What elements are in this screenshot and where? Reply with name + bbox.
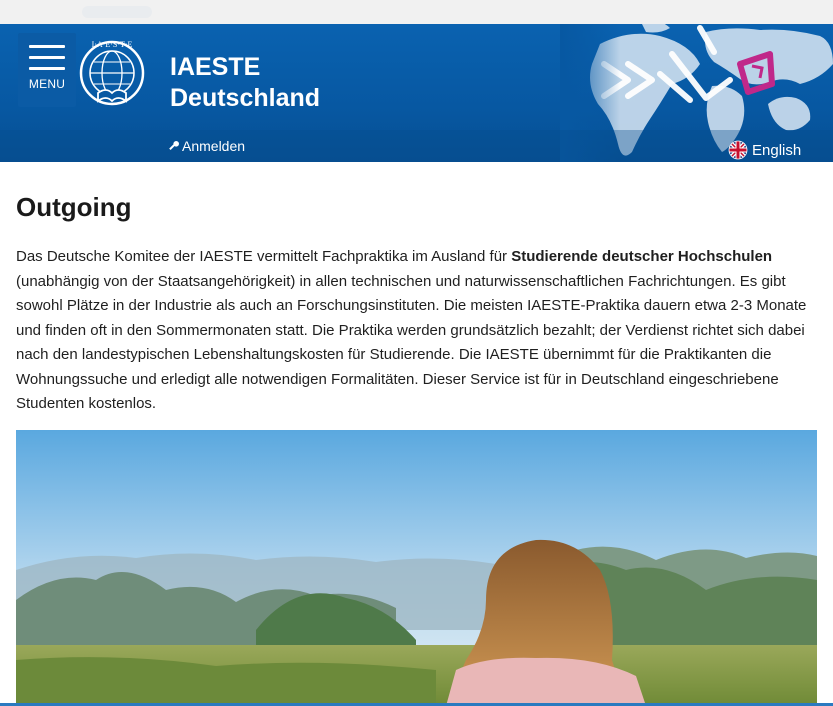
main-content: Outgoing Das Deutsche Komitee der IAESTE… xyxy=(16,162,817,417)
intro-text-part1: Das Deutsche Komitee der IAESTE vermitte… xyxy=(16,248,512,265)
hero-image xyxy=(16,430,817,706)
logo-ring-text: I·A·E·S·T·E xyxy=(92,40,133,49)
iaeste-logo[interactable]: I·A·E·S·T·E xyxy=(76,35,148,111)
site-name-line2: Deutschland xyxy=(170,84,321,112)
page-title: Outgoing xyxy=(16,192,132,222)
hamburger-icon xyxy=(29,45,65,48)
intro-text-part2: (unabhängig von der Staatsangehörigkeit)… xyxy=(16,272,807,413)
hamburger-icon-line xyxy=(29,67,65,70)
site-name[interactable]: IAESTE Deutschland xyxy=(170,52,320,114)
menu-label: MENU xyxy=(28,77,66,91)
intro-text-bold: Studierende deutscher Hochschulen xyxy=(511,248,773,265)
login-label: Anmelden xyxy=(182,138,246,154)
uk-flag-icon xyxy=(728,140,748,160)
menu-button[interactable]: MENU xyxy=(18,33,76,107)
site-header: MENU I·A·E·S·T·E IAESTE Deutschland Anme… xyxy=(0,24,833,162)
browser-top-strip xyxy=(0,0,833,24)
language-label: English xyxy=(752,141,802,159)
login-link[interactable]: Anmelden xyxy=(168,138,245,154)
hero-landscape-illustration xyxy=(16,430,817,706)
faded-element xyxy=(82,6,152,18)
key-icon xyxy=(169,141,179,151)
site-name-line1: IAESTE xyxy=(170,53,261,81)
language-switch[interactable]: English xyxy=(728,140,801,160)
hamburger-icon-line xyxy=(29,56,65,59)
intro-paragraph: Das Deutsche Komitee der IAESTE vermitte… xyxy=(16,245,817,417)
